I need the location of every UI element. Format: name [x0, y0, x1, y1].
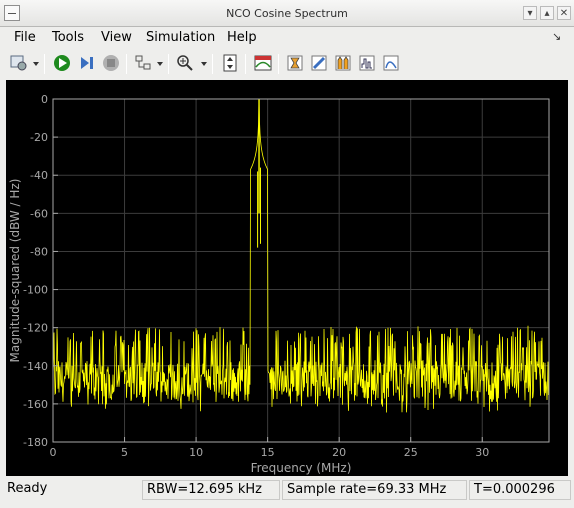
run-icon[interactable]	[51, 52, 73, 74]
y-tick-label: -140	[23, 360, 48, 373]
spectrum-chart: 0 5 10 15 20 25 30 0 -20 -40 -60 -80 -100 -120 -140 -16…	[8, 93, 550, 475]
title-bar: NCO Cosine Spectrum ▾ ▴ ✕	[0, 0, 574, 27]
minimize-icon[interactable]: ▾	[523, 6, 537, 20]
status-sample-rate: Sample rate=69.33 MHz	[282, 480, 467, 500]
channel-measurements-icon[interactable]	[356, 52, 378, 74]
y-tick-label: -20	[30, 131, 48, 144]
spectrum-settings-icon[interactable]	[252, 52, 274, 74]
status-state: Ready	[7, 481, 48, 496]
y-tick-label: -40	[30, 169, 48, 182]
menu-help[interactable]: Help	[227, 30, 257, 45]
status-bar: Ready RBW=12.695 kHz Sample rate=69.33 M…	[0, 478, 574, 502]
peak-finder-icon[interactable]	[332, 52, 354, 74]
zoom-in-icon[interactable]	[174, 52, 196, 74]
x-tick-label: 20	[332, 446, 346, 459]
y-tick-label: -80	[30, 245, 48, 258]
menu-file[interactable]: File	[14, 30, 36, 45]
x-axis-label: Frequency (MHz)	[251, 461, 352, 475]
stop-icon[interactable]	[100, 52, 122, 74]
measure-icon[interactable]	[308, 52, 330, 74]
settings-dropdown-icon[interactable]	[33, 62, 39, 66]
maximize-icon[interactable]: ▴	[540, 6, 554, 20]
menu-view[interactable]: View	[101, 30, 132, 45]
spectrum-plot[interactable]: 0 5 10 15 20 25 30 0 -20 -40 -60 -80 -100 -120 -140 -16…	[6, 80, 568, 476]
x-tick-label: 25	[404, 446, 418, 459]
highlight-icon[interactable]	[132, 52, 154, 74]
x-tick-label: 30	[475, 446, 489, 459]
menu-tools[interactable]: Tools	[52, 30, 84, 45]
menu-simulation[interactable]: Simulation	[146, 30, 215, 45]
y-tick-label: -160	[23, 398, 48, 411]
distortion-measurements-icon[interactable]	[380, 52, 402, 74]
dock-icon[interactable]: ↘	[552, 30, 561, 43]
y-axis-label: Magnitude-squared (dBW / Hz)	[8, 179, 22, 363]
x-tick-label: 10	[189, 446, 203, 459]
status-time: T=0.000296	[469, 480, 571, 500]
y-tick-label: -180	[23, 436, 48, 449]
status-rbw: RBW=12.695 kHz	[142, 480, 280, 500]
y-tick-label: -120	[23, 322, 48, 335]
highlight-dropdown-icon[interactable]	[157, 62, 163, 66]
y-tick-label: -100	[23, 284, 48, 297]
y-tick-label: 0	[41, 93, 48, 106]
scale-axes-icon[interactable]	[219, 52, 241, 74]
settings-icon[interactable]	[8, 52, 30, 74]
x-tick-label: 0	[50, 446, 57, 459]
x-tick-label: 5	[121, 446, 128, 459]
x-tick-label: 15	[261, 446, 275, 459]
zoom-dropdown-icon[interactable]	[201, 62, 207, 66]
menu-bar: File Tools View Simulation Help	[0, 27, 574, 49]
step-forward-icon[interactable]	[76, 52, 98, 74]
window-title: NCO Cosine Spectrum	[226, 7, 348, 20]
toolbar	[0, 49, 574, 79]
y-tick-label: -60	[30, 207, 48, 220]
trace-selection-icon[interactable]	[284, 52, 306, 74]
close-icon[interactable]: ✕	[557, 6, 571, 20]
